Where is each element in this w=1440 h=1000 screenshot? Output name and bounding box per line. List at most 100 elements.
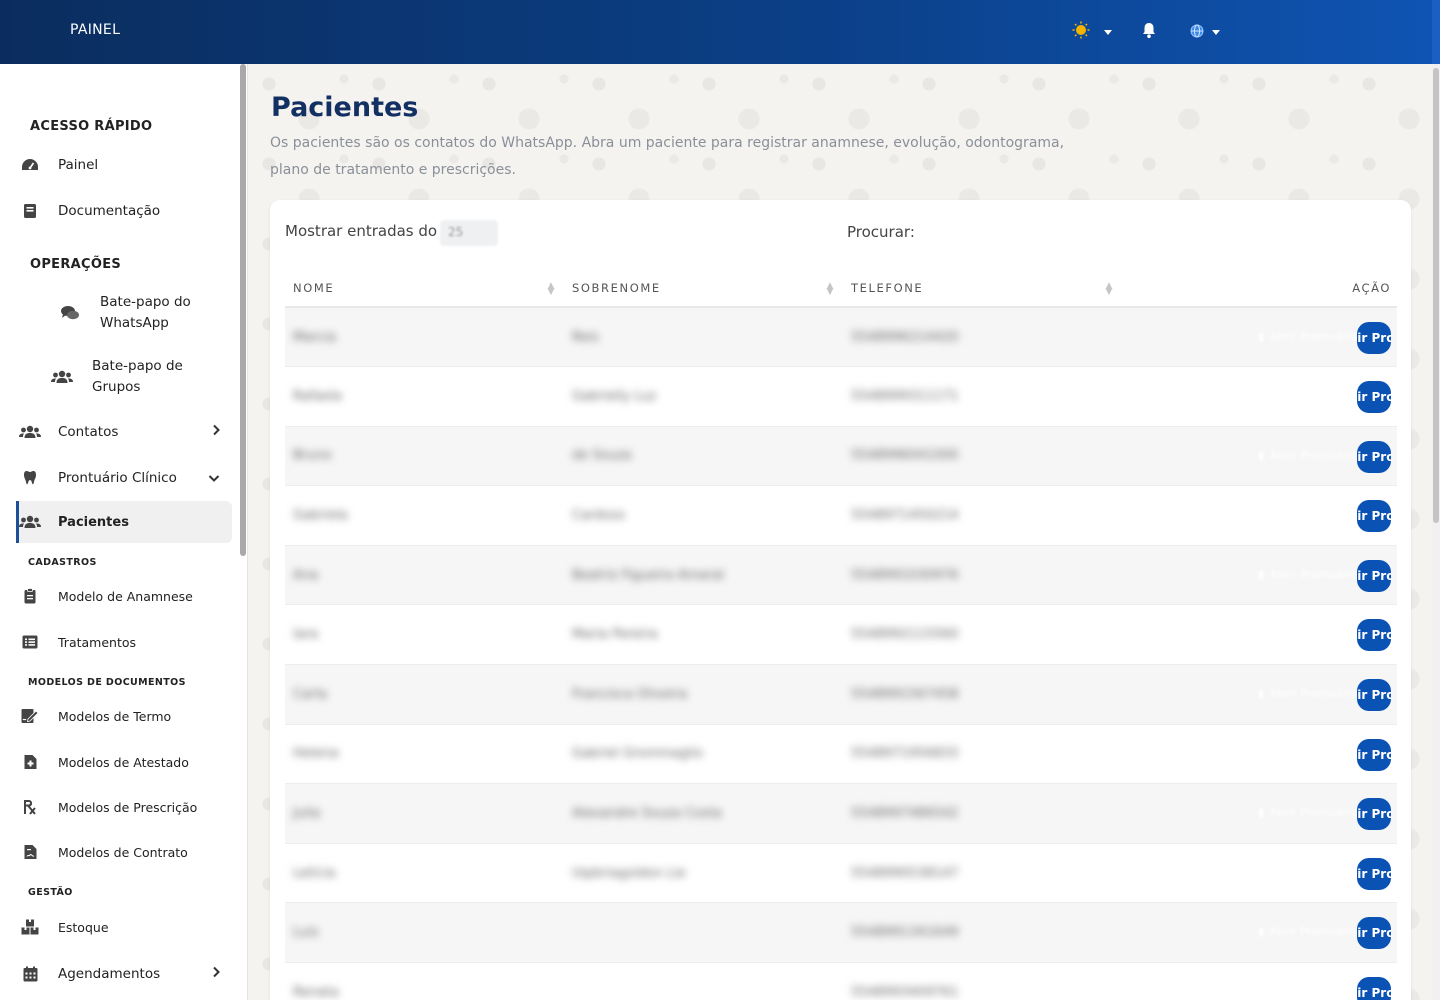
table-body: Marcia Reis 5548996214420 ▮ Abrir Prontuário… bbox=[285, 307, 1397, 1000]
sidebar-item-contatos[interactable]: Contatos bbox=[16, 409, 232, 455]
sidebar-item-painel[interactable]: Painel bbox=[16, 142, 232, 188]
open-record-button[interactable]: ir Pron bbox=[1357, 322, 1391, 354]
sidebar-item-prontuario[interactable]: Prontuário Clínico bbox=[16, 455, 232, 501]
table-row[interactable]: Helena Gabriel Grommaglio 5548971956833 ir … bbox=[285, 724, 1397, 785]
cell-acao: ▮Abrir Prontuárioir Pron bbox=[1122, 545, 1397, 606]
table-row[interactable]: Letícia Uipbriagoldon Lie 5548990538147 ir … bbox=[285, 843, 1397, 904]
cell-nome: Bruno bbox=[285, 426, 564, 487]
cell-sobrenome: Francisca Oliveira bbox=[564, 664, 843, 725]
sidebar-item-whatsapp-chat[interactable]: Bate-papo do WhatsApp bbox=[16, 284, 232, 342]
column-header-telefone[interactable]: TELEFONE ▲ ▼ bbox=[843, 270, 1122, 308]
dashboard-icon bbox=[16, 158, 44, 172]
ghost-action-label: ▮ Abrir Prontuário bbox=[1258, 567, 1357, 581]
chevron-down-icon bbox=[208, 470, 220, 486]
cell-nome: Helena bbox=[285, 724, 564, 785]
sidebar-item-label: Grupos bbox=[92, 379, 141, 395]
entries-length-select[interactable]: 25 bbox=[440, 220, 498, 246]
prescription-icon bbox=[16, 799, 44, 815]
open-record-button[interactable]: ir Pron bbox=[1357, 440, 1391, 473]
page-scrollbar[interactable] bbox=[1432, 64, 1440, 1000]
cell-acao: ir Pron bbox=[1122, 485, 1397, 546]
cell-nome: Marcia bbox=[285, 307, 564, 368]
sidebar-item-modelo-anamnese[interactable]: Modelo de Anamnese bbox=[16, 573, 232, 619]
cell-acao: ir Pron bbox=[1122, 366, 1397, 427]
table-row[interactable]: IaraMaria Pereira5548992115560 ir Pron bbox=[285, 604, 1397, 666]
sidebar-item-label: Bate-papo do bbox=[100, 294, 191, 310]
sidebar-item-modelos-atestado[interactable]: Modelos de Atestado bbox=[16, 739, 232, 785]
patients-table: NOME ▲ ▼ SOBRENOME ▲ ▼ TELEFONE ▲ ▼ AÇÃO Marci… bbox=[285, 270, 1397, 1000]
open-record-button[interactable]: ir Pron bbox=[1357, 798, 1391, 831]
sidebar-item-label: Documentação bbox=[58, 203, 161, 219]
bell-icon bbox=[1140, 21, 1158, 43]
sidebar-item-agendamentos[interactable]: Agendamentos bbox=[16, 951, 232, 997]
sidebar-item-documentacao[interactable]: Documentação bbox=[16, 188, 232, 234]
page-scrollbar-thumb[interactable] bbox=[1433, 68, 1439, 523]
cell-telefone: 5548992115560 bbox=[843, 604, 1122, 666]
table-row[interactable]: Marcia Reis 5548996214420 ▮ Abrir Prontuário… bbox=[285, 307, 1397, 368]
table-row[interactable]: Bruno de Souza 5548996041000 ▮ Abrir Prontuá… bbox=[285, 426, 1397, 487]
column-header-sobrenome[interactable]: SOBRENOME ▲ ▼ bbox=[564, 270, 843, 308]
table-row[interactable]: GabrielaCardoso5548971450214 ir Pron bbox=[285, 485, 1397, 546]
sun-icon bbox=[1072, 21, 1090, 43]
calendar-icon bbox=[16, 966, 44, 982]
sidebar-item-modelos-prescricao[interactable]: Modelos de Prescrição bbox=[16, 784, 232, 830]
cell-nome: Carla bbox=[285, 664, 564, 725]
sidebar-item-modelos-termo[interactable]: Modelos de Termo bbox=[16, 693, 232, 739]
table-row[interactable]: Renata 5548993409761 ir Pron bbox=[285, 962, 1397, 1000]
sidebar-item-group-chat[interactable]: Bate-papo de Grupos bbox=[16, 348, 232, 406]
cell-nome: Luis bbox=[285, 902, 564, 964]
table-row[interactable]: Luis 5548991341649 ▮ Abrir Prontuário ir Pro… bbox=[285, 902, 1397, 964]
sidebar-scrollbar[interactable] bbox=[240, 64, 246, 556]
open-record-button[interactable]: ir Pron bbox=[1357, 917, 1391, 950]
sidebar-item-modelos-contrato[interactable]: Modelos de Contrato bbox=[16, 829, 232, 875]
sidebar-item-pacientes[interactable]: Pacientes bbox=[16, 501, 232, 543]
sidebar: ACESSO RÁPIDO Painel Documentação OPERAÇ… bbox=[0, 64, 248, 1000]
main-content: Pacientes Os pacientes são os contatos d… bbox=[249, 64, 1432, 1000]
sidebar-section-operations: OPERAÇÕES bbox=[30, 257, 122, 272]
open-record-button[interactable]: ir Pron bbox=[1357, 381, 1391, 414]
brand-title[interactable]: PAINEL bbox=[70, 22, 120, 38]
top-navbar: PAINEL bbox=[0, 0, 1440, 64]
open-record-button[interactable]: ir Pron bbox=[1357, 977, 1391, 1000]
sidebar-item-label: Modelos de Prescrição bbox=[58, 799, 198, 815]
cell-sobrenome: Alexandre Souza Costa bbox=[564, 783, 843, 844]
sidebar-item-label: Bate-papo de bbox=[92, 358, 183, 374]
chat-icon: ▮ bbox=[1258, 687, 1265, 701]
sidebar-item-label: Modelo de Anamnese bbox=[58, 588, 193, 604]
notifications-button[interactable] bbox=[1140, 22, 1158, 42]
cell-sobrenome: Maria Pereira bbox=[564, 604, 843, 666]
table-row[interactable]: Ana Beatriz Figueira Amaral 5548991030976 ▮… bbox=[285, 545, 1397, 606]
cell-sobrenome: Cardoso bbox=[564, 485, 843, 546]
open-record-button[interactable]: ir Pron bbox=[1357, 559, 1391, 592]
chevron-down-icon bbox=[1104, 29, 1112, 35]
ghost-action-label: ▮ Abrir Prontuário bbox=[1258, 806, 1357, 820]
sidebar-item-label: Pacientes bbox=[58, 514, 129, 530]
search-input[interactable] bbox=[940, 216, 1100, 248]
table-row[interactable]: Julia Alexandre Souza Costa 5548997486542 ▮… bbox=[285, 783, 1397, 844]
open-record-button[interactable]: ir Pron bbox=[1357, 500, 1391, 533]
cell-telefone: 5548990538147 bbox=[843, 843, 1122, 904]
open-record-button[interactable]: ir Pron bbox=[1357, 857, 1391, 890]
column-header-nome[interactable]: NOME ▲ ▼ bbox=[285, 270, 564, 308]
sidebar-item-label: Contatos bbox=[58, 424, 119, 440]
cell-sobrenome: Beatriz Figueira Amaral bbox=[564, 545, 843, 606]
open-record-button[interactable]: ir Pron bbox=[1357, 679, 1391, 712]
cell-telefone: 5548997486542 bbox=[843, 783, 1122, 844]
language-selector[interactable] bbox=[1190, 22, 1220, 42]
sidebar-item-estoque[interactable]: Estoque bbox=[16, 904, 232, 950]
sidebar-item-tratamentos[interactable]: Tratamentos bbox=[16, 619, 232, 665]
book-icon bbox=[16, 203, 44, 219]
boxes-icon bbox=[16, 919, 44, 935]
cell-acao: ir Pron bbox=[1122, 843, 1397, 904]
open-record-button[interactable]: ir Pron bbox=[1357, 619, 1391, 652]
users-icon bbox=[16, 424, 44, 440]
cell-telefone: 5548991030976 bbox=[843, 545, 1122, 606]
search-label: Procurar: bbox=[847, 223, 915, 241]
table-row[interactable]: RafaelaGabrielly Luz5548999311171 ir Pron bbox=[285, 366, 1397, 427]
open-record-button[interactable]: ir Pron bbox=[1357, 738, 1391, 771]
theme-toggle[interactable] bbox=[1072, 21, 1112, 43]
table-row[interactable]: Carla Francisca Oliveira 5548991567458 ▮ Abr… bbox=[285, 664, 1397, 725]
column-header-acao: AÇÃO bbox=[1122, 270, 1397, 308]
cell-nome: Julia bbox=[285, 783, 564, 844]
sidebar-item-label: Agendamentos bbox=[58, 966, 161, 982]
